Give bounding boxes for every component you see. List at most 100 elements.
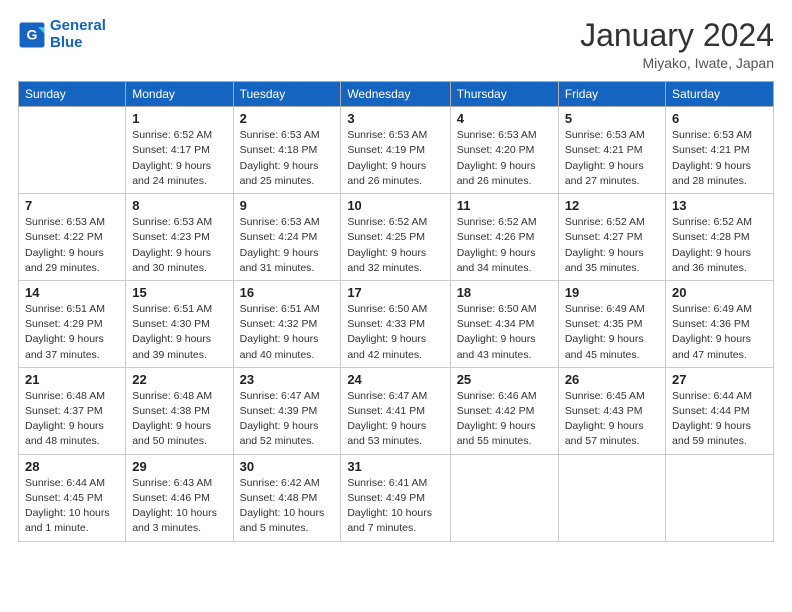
table-row: 9 Sunrise: 6:53 AMSunset: 4:24 PMDayligh… (233, 194, 341, 281)
day-number: 14 (25, 285, 119, 300)
table-row: 25 Sunrise: 6:46 AMSunset: 4:42 PMDaylig… (450, 367, 558, 454)
table-row: 14 Sunrise: 6:51 AMSunset: 4:29 PMDaylig… (19, 280, 126, 367)
day-info: Sunrise: 6:46 AMSunset: 4:42 PMDaylight:… (457, 389, 552, 450)
calendar-week-row: 14 Sunrise: 6:51 AMSunset: 4:29 PMDaylig… (19, 280, 774, 367)
table-row: 13 Sunrise: 6:52 AMSunset: 4:28 PMDaylig… (666, 194, 774, 281)
header-tuesday: Tuesday (233, 82, 341, 107)
table-row: 1 Sunrise: 6:52 AMSunset: 4:17 PMDayligh… (126, 107, 233, 194)
day-number: 6 (672, 111, 767, 126)
day-info: Sunrise: 6:52 AMSunset: 4:17 PMDaylight:… (132, 128, 226, 189)
day-info: Sunrise: 6:51 AMSunset: 4:32 PMDaylight:… (240, 302, 335, 363)
day-info: Sunrise: 6:49 AMSunset: 4:36 PMDaylight:… (672, 302, 767, 363)
day-info: Sunrise: 6:41 AMSunset: 4:49 PMDaylight:… (347, 476, 443, 537)
day-number: 25 (457, 372, 552, 387)
table-row (19, 107, 126, 194)
page: G General Blue January 2024 Miyako, Iwat… (0, 0, 792, 612)
calendar-table: Sunday Monday Tuesday Wednesday Thursday… (18, 81, 774, 541)
table-row: 8 Sunrise: 6:53 AMSunset: 4:23 PMDayligh… (126, 194, 233, 281)
day-number: 23 (240, 372, 335, 387)
day-number: 10 (347, 198, 443, 213)
calendar-week-row: 28 Sunrise: 6:44 AMSunset: 4:45 PMDaylig… (19, 454, 774, 541)
day-number: 8 (132, 198, 226, 213)
table-row: 15 Sunrise: 6:51 AMSunset: 4:30 PMDaylig… (126, 280, 233, 367)
day-number: 26 (565, 372, 659, 387)
table-row: 10 Sunrise: 6:52 AMSunset: 4:25 PMDaylig… (341, 194, 450, 281)
day-number: 22 (132, 372, 226, 387)
day-info: Sunrise: 6:43 AMSunset: 4:46 PMDaylight:… (132, 476, 226, 537)
day-number: 7 (25, 198, 119, 213)
logo-text: General Blue (50, 18, 106, 51)
header-monday: Monday (126, 82, 233, 107)
table-row: 6 Sunrise: 6:53 AMSunset: 4:21 PMDayligh… (666, 107, 774, 194)
logo: G General Blue (18, 18, 106, 51)
day-number: 18 (457, 285, 552, 300)
header-saturday: Saturday (666, 82, 774, 107)
day-number: 5 (565, 111, 659, 126)
location: Miyako, Iwate, Japan (580, 55, 774, 71)
day-number: 11 (457, 198, 552, 213)
table-row: 23 Sunrise: 6:47 AMSunset: 4:39 PMDaylig… (233, 367, 341, 454)
day-number: 21 (25, 372, 119, 387)
day-number: 2 (240, 111, 335, 126)
table-row: 24 Sunrise: 6:47 AMSunset: 4:41 PMDaylig… (341, 367, 450, 454)
day-number: 9 (240, 198, 335, 213)
table-row: 27 Sunrise: 6:44 AMSunset: 4:44 PMDaylig… (666, 367, 774, 454)
table-row: 7 Sunrise: 6:53 AMSunset: 4:22 PMDayligh… (19, 194, 126, 281)
table-row (450, 454, 558, 541)
day-info: Sunrise: 6:44 AMSunset: 4:45 PMDaylight:… (25, 476, 119, 537)
day-number: 31 (347, 459, 443, 474)
title-block: January 2024 Miyako, Iwate, Japan (580, 18, 774, 71)
day-info: Sunrise: 6:52 AMSunset: 4:25 PMDaylight:… (347, 215, 443, 276)
calendar-week-row: 7 Sunrise: 6:53 AMSunset: 4:22 PMDayligh… (19, 194, 774, 281)
logo-line1: General (50, 17, 106, 34)
table-row (558, 454, 665, 541)
calendar-week-row: 1 Sunrise: 6:52 AMSunset: 4:17 PMDayligh… (19, 107, 774, 194)
table-row: 16 Sunrise: 6:51 AMSunset: 4:32 PMDaylig… (233, 280, 341, 367)
table-row: 31 Sunrise: 6:41 AMSunset: 4:49 PMDaylig… (341, 454, 450, 541)
day-info: Sunrise: 6:51 AMSunset: 4:29 PMDaylight:… (25, 302, 119, 363)
day-info: Sunrise: 6:45 AMSunset: 4:43 PMDaylight:… (565, 389, 659, 450)
table-row: 21 Sunrise: 6:48 AMSunset: 4:37 PMDaylig… (19, 367, 126, 454)
day-info: Sunrise: 6:53 AMSunset: 4:20 PMDaylight:… (457, 128, 552, 189)
header-friday: Friday (558, 82, 665, 107)
day-number: 30 (240, 459, 335, 474)
header-thursday: Thursday (450, 82, 558, 107)
day-info: Sunrise: 6:52 AMSunset: 4:28 PMDaylight:… (672, 215, 767, 276)
table-row: 12 Sunrise: 6:52 AMSunset: 4:27 PMDaylig… (558, 194, 665, 281)
day-info: Sunrise: 6:48 AMSunset: 4:37 PMDaylight:… (25, 389, 119, 450)
table-row (666, 454, 774, 541)
day-number: 12 (565, 198, 659, 213)
day-info: Sunrise: 6:49 AMSunset: 4:35 PMDaylight:… (565, 302, 659, 363)
day-number: 4 (457, 111, 552, 126)
day-info: Sunrise: 6:52 AMSunset: 4:26 PMDaylight:… (457, 215, 552, 276)
day-number: 15 (132, 285, 226, 300)
day-info: Sunrise: 6:53 AMSunset: 4:24 PMDaylight:… (240, 215, 335, 276)
day-number: 3 (347, 111, 443, 126)
month-title: January 2024 (580, 18, 774, 53)
day-info: Sunrise: 6:53 AMSunset: 4:23 PMDaylight:… (132, 215, 226, 276)
table-row: 17 Sunrise: 6:50 AMSunset: 4:33 PMDaylig… (341, 280, 450, 367)
day-number: 13 (672, 198, 767, 213)
day-number: 16 (240, 285, 335, 300)
logo-icon: G (18, 21, 46, 49)
day-info: Sunrise: 6:53 AMSunset: 4:22 PMDaylight:… (25, 215, 119, 276)
day-info: Sunrise: 6:53 AMSunset: 4:21 PMDaylight:… (672, 128, 767, 189)
table-row: 4 Sunrise: 6:53 AMSunset: 4:20 PMDayligh… (450, 107, 558, 194)
day-number: 28 (25, 459, 119, 474)
day-number: 20 (672, 285, 767, 300)
day-number: 19 (565, 285, 659, 300)
day-info: Sunrise: 6:42 AMSunset: 4:48 PMDaylight:… (240, 476, 335, 537)
day-number: 17 (347, 285, 443, 300)
table-row: 5 Sunrise: 6:53 AMSunset: 4:21 PMDayligh… (558, 107, 665, 194)
table-row: 22 Sunrise: 6:48 AMSunset: 4:38 PMDaylig… (126, 367, 233, 454)
day-number: 1 (132, 111, 226, 126)
day-info: Sunrise: 6:47 AMSunset: 4:39 PMDaylight:… (240, 389, 335, 450)
table-row: 20 Sunrise: 6:49 AMSunset: 4:36 PMDaylig… (666, 280, 774, 367)
table-row: 30 Sunrise: 6:42 AMSunset: 4:48 PMDaylig… (233, 454, 341, 541)
calendar-week-row: 21 Sunrise: 6:48 AMSunset: 4:37 PMDaylig… (19, 367, 774, 454)
day-info: Sunrise: 6:50 AMSunset: 4:34 PMDaylight:… (457, 302, 552, 363)
day-number: 24 (347, 372, 443, 387)
table-row: 3 Sunrise: 6:53 AMSunset: 4:19 PMDayligh… (341, 107, 450, 194)
header: G General Blue January 2024 Miyako, Iwat… (18, 18, 774, 71)
header-wednesday: Wednesday (341, 82, 450, 107)
